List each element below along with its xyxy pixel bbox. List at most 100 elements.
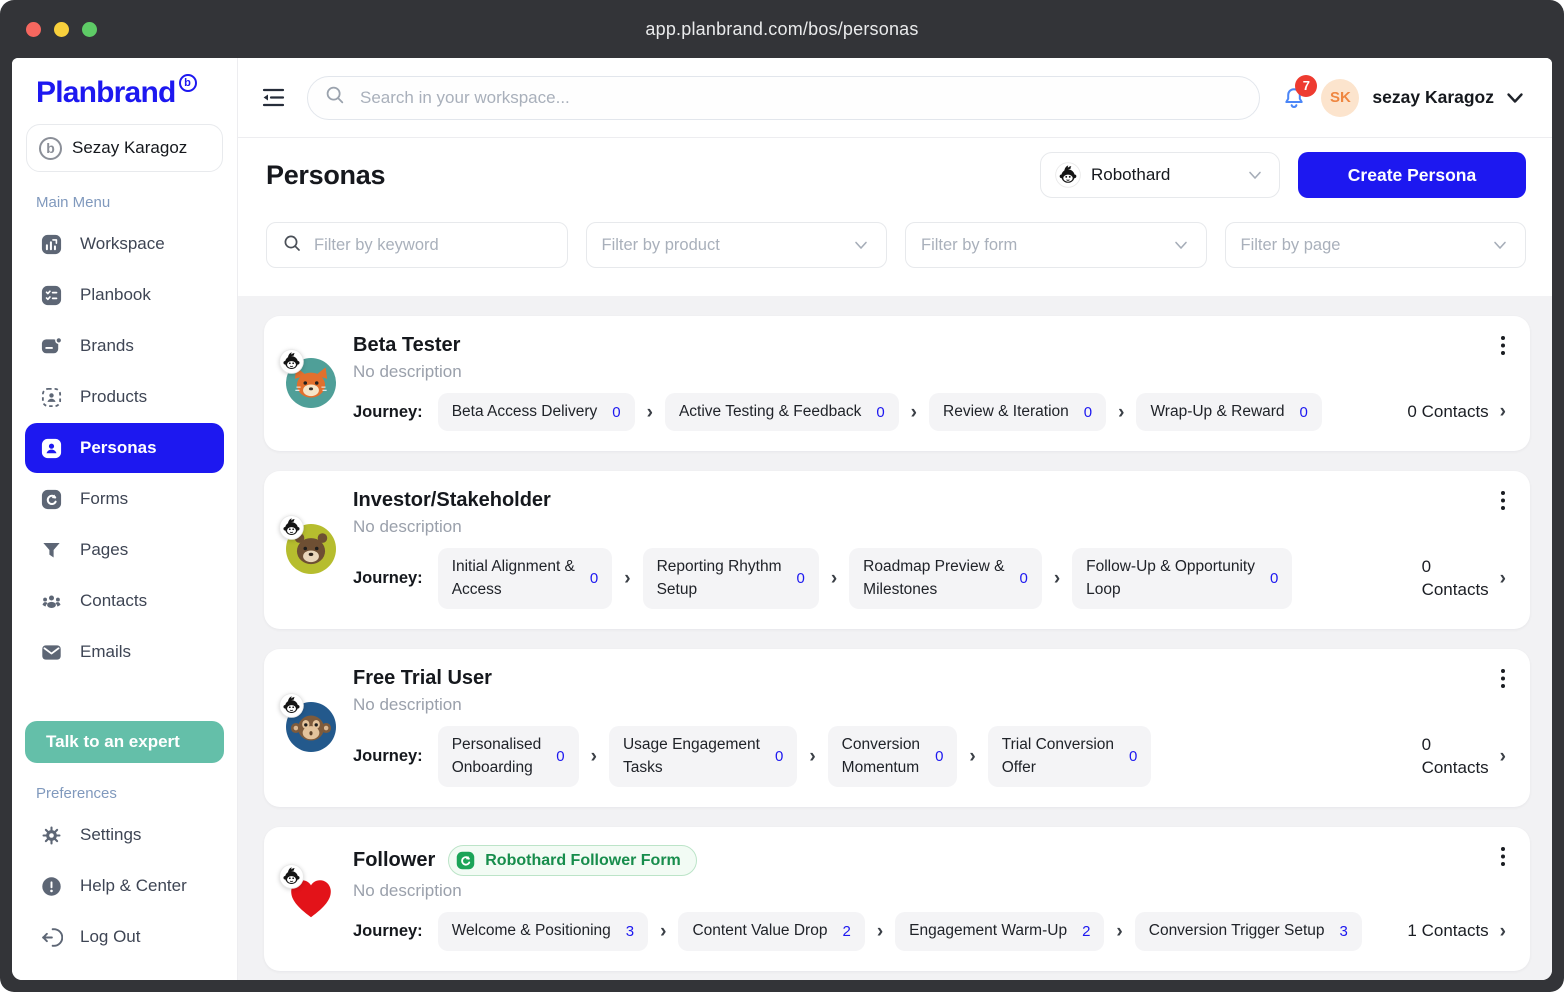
journey-step-count[interactable]: 0 <box>876 404 884 421</box>
sidebar-item-label: Workspace <box>80 234 165 254</box>
journey-step[interactable]: Personalised Onboarding0 <box>438 726 579 787</box>
journey-step-count[interactable]: 0 <box>775 748 783 765</box>
journey-step[interactable]: Content Value Drop 2 <box>678 912 864 950</box>
collapse-sidebar-button[interactable] <box>260 84 287 111</box>
minimize-window-button[interactable] <box>54 22 69 37</box>
sidebar-item-products[interactable]: Products <box>25 372 224 422</box>
chevron-right-icon: › <box>647 403 653 422</box>
persona-form-badge[interactable]: Robothard Follower Form <box>448 845 697 876</box>
user-menu[interactable]: sezay Karagoz <box>1372 87 1526 109</box>
sidebar: Planbrand b b Sezay Karagoz Main Menu Wo… <box>12 58 238 980</box>
contacts-link[interactable]: 0 Contacts› <box>1414 556 1510 602</box>
talk-to-expert-button[interactable]: Talk to an expert <box>25 721 224 763</box>
form-badge-label: Robothard Follower Form <box>485 852 681 870</box>
logo-text: Planbrand <box>36 78 176 108</box>
journey-step[interactable]: Usage Engagement Tasks0 <box>609 726 797 787</box>
chevron-right-icon: › <box>660 922 666 941</box>
workspace-user-pill[interactable]: b Sezay Karagoz <box>26 124 223 172</box>
chevron-right-icon: › <box>1118 403 1124 422</box>
sidebar-item-personas[interactable]: Personas <box>25 423 224 473</box>
sidebar-item-label: Help & Center <box>80 876 187 896</box>
main-column: 7 SK sezay Karagoz Personas Robothar <box>238 58 1552 980</box>
sidebar-item-label: Pages <box>80 540 128 560</box>
chevron-right-icon: › <box>911 403 917 422</box>
filter-by-page[interactable]: Filter by page <box>1225 222 1527 268</box>
products-icon <box>40 386 63 409</box>
journey-step[interactable]: Wrap-Up & Reward0 <box>1136 393 1321 431</box>
sidebar-item-contacts[interactable]: Contacts <box>25 576 224 626</box>
journey-step[interactable]: Initial Alignment & Access0 <box>438 548 613 609</box>
app-logo[interactable]: Planbrand b <box>25 78 224 108</box>
sidebar-item-brands[interactable]: Brands <box>25 321 224 371</box>
contacts-link[interactable]: 0 Contacts› <box>1414 734 1510 780</box>
journey-step[interactable]: Engagement Warm-Up2 <box>895 912 1104 950</box>
journey-step-count[interactable]: 0 <box>1270 570 1278 587</box>
journey-step[interactable]: Conversion Momentum0 <box>828 726 958 787</box>
persona-card: Beta TesterNo descriptionJourney:Beta Ac… <box>264 316 1530 451</box>
card-menu-button[interactable] <box>1490 843 1516 871</box>
card-menu-button[interactable] <box>1490 665 1516 693</box>
filter-by-product[interactable]: Filter by product <box>586 222 888 268</box>
sidebar-item-planbook[interactable]: Planbook <box>25 270 224 320</box>
card-menu-button[interactable] <box>1490 487 1516 515</box>
sidebar-item-workspace[interactable]: Workspace <box>25 219 224 269</box>
contacts-link[interactable]: 1 Contacts› <box>1399 920 1510 943</box>
journey-step-count[interactable]: 0 <box>797 570 805 587</box>
journey-step[interactable]: Follow-Up & Opportunity Loop0 <box>1072 548 1292 609</box>
journey-step[interactable]: Beta Access Delivery0 <box>438 393 635 431</box>
journey-step[interactable]: Reporting Rhythm Setup0 <box>643 548 819 609</box>
journey-step-count[interactable]: 3 <box>626 923 634 940</box>
sidebar-item-settings[interactable]: Settings <box>25 810 224 860</box>
journey-step[interactable]: Welcome & Positioning 3 <box>438 912 648 950</box>
maximize-window-button[interactable] <box>82 22 97 37</box>
journey-step-count[interactable]: 0 <box>935 748 943 765</box>
journey-step-count[interactable]: 0 <box>1300 404 1308 421</box>
journey-step-label: Active Testing & Feedback <box>679 401 861 423</box>
filter-by-keyword-input[interactable] <box>312 235 552 256</box>
card-menu-button[interactable] <box>1490 332 1516 360</box>
sidebar-main-nav: Workspace Planbook Brands ProductsPersonasF… <box>25 219 224 677</box>
persona-title-row: Investor/Stakeholder <box>353 489 1510 512</box>
journey-step-count[interactable]: 0 <box>1019 570 1027 587</box>
sidebar-item-pages[interactable]: Pages <box>25 525 224 575</box>
create-persona-button[interactable]: Create Persona <box>1298 152 1526 198</box>
journey-step-label: Content Value Drop <box>692 920 827 942</box>
close-window-button[interactable] <box>26 22 41 37</box>
address-bar[interactable]: app.planbrand.com/bos/personas <box>645 19 918 40</box>
journey-step[interactable]: Active Testing & Feedback 0 <box>665 393 899 431</box>
journey-step[interactable]: Trial Conversion Offer0 <box>988 726 1152 787</box>
journey-step-count[interactable]: 2 <box>842 923 850 940</box>
sidebar-pref-nav: Settings Help & Center Log Out <box>25 810 224 962</box>
journey-step[interactable]: Roadmap Preview & Milestones0 <box>849 548 1042 609</box>
brand-selector[interactable]: Robothard <box>1040 152 1280 198</box>
journey-step-count[interactable]: 0 <box>1084 404 1092 421</box>
journey-step-count[interactable]: 0 <box>590 570 598 587</box>
search-input[interactable] <box>358 87 1243 109</box>
sidebar-item-help-center[interactable]: Help & Center <box>25 861 224 911</box>
sidebar-item-log-out[interactable]: Log Out <box>25 912 224 962</box>
journey-step-count[interactable]: 3 <box>1340 923 1348 940</box>
user-avatar[interactable]: SK <box>1321 79 1359 117</box>
filter-by-form[interactable]: Filter by form <box>905 222 1207 268</box>
sidebar-item-forms[interactable]: Forms <box>25 474 224 524</box>
journey-step-count[interactable]: 2 <box>1082 923 1090 940</box>
notifications-button[interactable]: 7 <box>1280 84 1308 112</box>
journey-step-label: Welcome & Positioning <box>452 920 611 942</box>
journey-step-count[interactable]: 0 <box>612 404 620 421</box>
journey-step[interactable]: Conversion Trigger Setup3 <box>1135 912 1362 950</box>
chevron-down-icon <box>1490 235 1510 255</box>
robothard-mascot-badge-icon <box>279 693 304 718</box>
persona-avatar <box>286 524 338 574</box>
journey-step-count[interactable]: 0 <box>1129 748 1137 765</box>
pages-icon <box>40 539 63 562</box>
journey-label: Journey: <box>353 403 423 422</box>
sidebar-item-emails[interactable]: Emails <box>25 627 224 677</box>
sidebar-item-label: Brands <box>80 336 134 356</box>
contacts-link[interactable]: 0 Contacts› <box>1399 401 1510 424</box>
chevron-right-icon: › <box>877 922 883 941</box>
chevron-down-icon <box>1504 87 1526 109</box>
journey-step-count[interactable]: 0 <box>556 748 564 765</box>
persona-card-body: Beta TesterNo descriptionJourney:Beta Ac… <box>353 334 1510 431</box>
persona-title-row: FollowerRobothard Follower Form <box>353 845 1510 876</box>
journey-step[interactable]: Review & Iteration0 <box>929 393 1106 431</box>
